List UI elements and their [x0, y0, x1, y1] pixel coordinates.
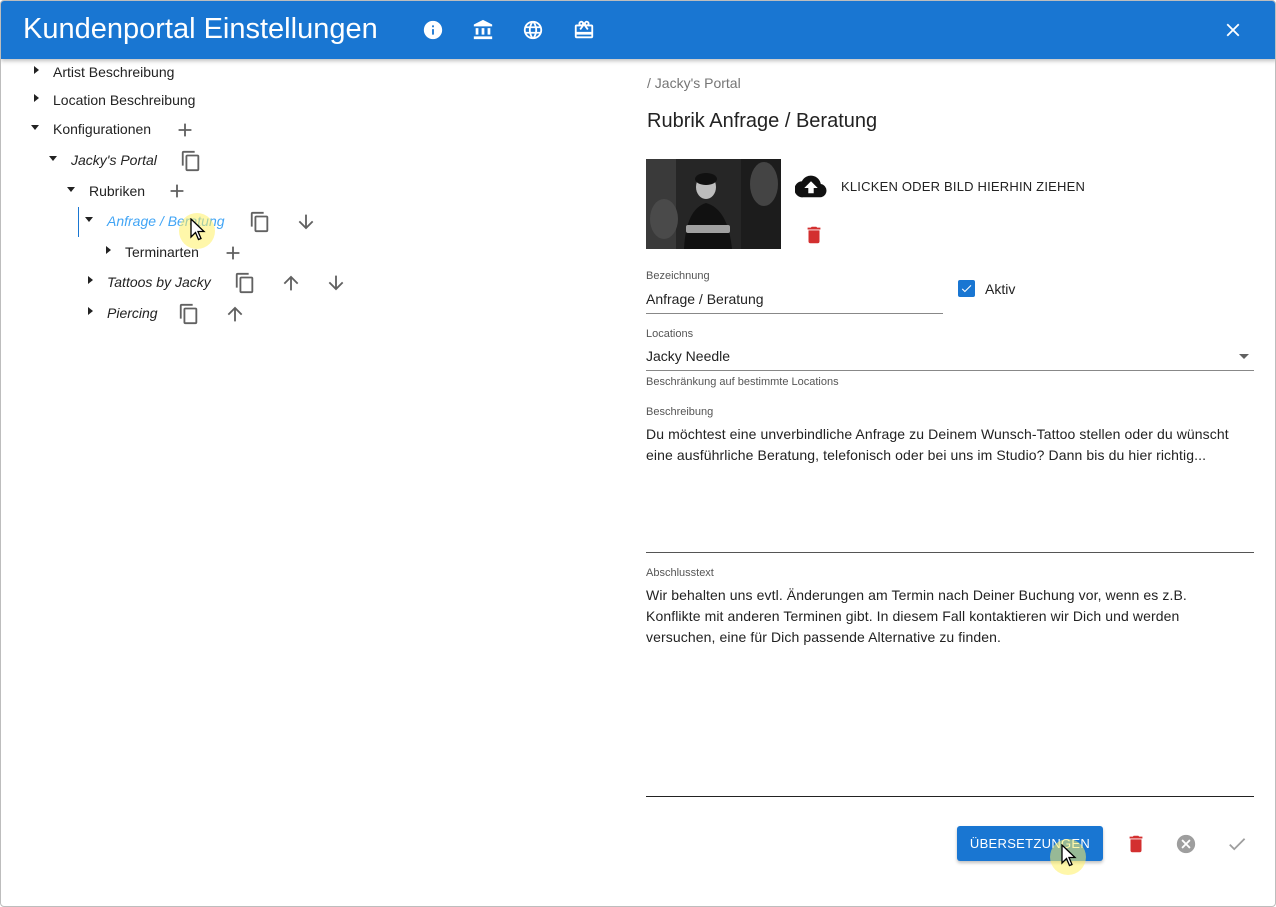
tree-item-artist[interactable]: Artist Beschreibung: [53, 63, 174, 81]
arrow-up-icon[interactable]: [223, 302, 247, 326]
mouse-cursor-icon: [1061, 844, 1077, 867]
category-image: [646, 159, 781, 249]
tree-item-konfigurationen[interactable]: Konfigurationen: [53, 120, 151, 138]
copy-icon[interactable]: [177, 302, 201, 326]
tree-item-piercing[interactable]: Piercing: [107, 304, 158, 322]
expand-caret-icon[interactable]: [106, 246, 111, 254]
delete-image-icon[interactable]: [803, 223, 825, 247]
locations-select[interactable]: Jacky Needle: [646, 348, 1246, 370]
app-bar: Kundenportal Einstellungen: [1, 1, 1275, 59]
tree-item-portal[interactable]: Jacky's Portal: [71, 151, 157, 169]
expand-caret-icon[interactable]: [34, 94, 39, 102]
locations-label: Locations: [646, 328, 694, 340]
abschlusstext-label: Abschlusstext: [646, 567, 714, 579]
cancel-icon[interactable]: [1174, 832, 1198, 856]
add-icon[interactable]: [173, 118, 197, 142]
collapse-caret-icon[interactable]: [31, 125, 39, 130]
add-icon[interactable]: [165, 179, 189, 203]
copy-icon[interactable]: [233, 271, 257, 295]
add-icon[interactable]: [221, 241, 245, 265]
copy-icon[interactable]: [248, 210, 272, 234]
bezeichnung-input[interactable]: Anfrage / Beratung: [646, 291, 942, 313]
globe-icon[interactable]: [521, 18, 545, 42]
bank-icon[interactable]: [471, 18, 495, 42]
collapse-caret-icon[interactable]: [67, 187, 75, 192]
aktiv-checkbox[interactable]: [958, 280, 975, 297]
abschlusstext-textarea[interactable]: Wir behalten uns evtl. Änderungen am Ter…: [646, 585, 1254, 793]
dropdown-arrow-icon[interactable]: [1239, 354, 1249, 359]
arrow-down-icon[interactable]: [294, 210, 318, 234]
expand-caret-icon[interactable]: [88, 276, 93, 284]
tree-item-rubriken[interactable]: Rubriken: [89, 182, 145, 200]
cloud-upload-icon[interactable]: [795, 173, 827, 201]
collapse-caret-icon[interactable]: [85, 217, 93, 222]
arrow-down-icon[interactable]: [324, 271, 348, 295]
save-check-icon[interactable]: [1225, 832, 1249, 856]
settings-dialog: Kundenportal Einstellungen Artist Beschr…: [0, 0, 1276, 907]
abschlusstext-underline: [646, 796, 1254, 797]
close-icon[interactable]: [1221, 18, 1245, 42]
upload-dropzone-label[interactable]: KLICKEN ODER BILD HIERHIN ZIEHEN: [841, 179, 1085, 194]
arrow-up-icon[interactable]: [279, 271, 303, 295]
check-icon: [961, 285, 972, 293]
beschreibung-underline: [646, 552, 1254, 553]
locations-hint: Beschränkung auf bestimmte Locations: [646, 376, 839, 388]
tree-item-tattoos[interactable]: Tattoos by Jacky: [107, 273, 211, 291]
bezeichnung-label: Bezeichnung: [646, 270, 710, 282]
tree-item-location[interactable]: Location Beschreibung: [53, 91, 195, 109]
active-indicator: [78, 207, 79, 237]
beschreibung-label: Beschreibung: [646, 406, 714, 418]
page-title: Rubrik Anfrage / Beratung: [647, 110, 878, 132]
aktiv-label[interactable]: Aktiv: [985, 281, 1015, 297]
bezeichnung-underline: [646, 313, 943, 314]
collapse-caret-icon[interactable]: [49, 156, 57, 161]
mouse-cursor-icon: [190, 218, 206, 241]
dialog-title: Kundenportal Einstellungen: [23, 13, 378, 45]
locations-underline: [646, 370, 1254, 371]
copy-icon[interactable]: [179, 149, 203, 173]
info-icon[interactable]: [421, 18, 445, 42]
breadcrumb: / Jacky's Portal: [647, 75, 741, 91]
expand-caret-icon[interactable]: [88, 307, 93, 315]
expand-caret-icon[interactable]: [34, 66, 39, 74]
beschreibung-textarea[interactable]: Du möchtest eine unverbindliche Anfrage …: [646, 424, 1254, 550]
delete-icon[interactable]: [1124, 832, 1148, 856]
gift-card-icon[interactable]: [572, 18, 596, 42]
